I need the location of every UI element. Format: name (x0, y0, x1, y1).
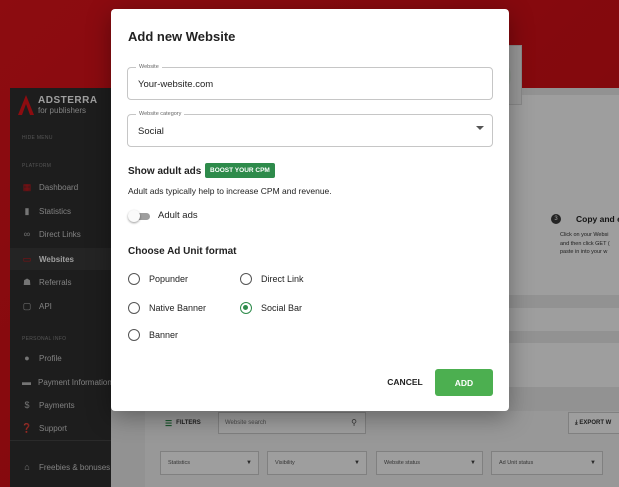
radio-icon (240, 273, 252, 285)
add-button[interactable]: ADD (435, 369, 493, 396)
radio-checked-icon (240, 302, 252, 314)
radio-direct-link[interactable]: Direct Link (240, 272, 304, 286)
website-category-select[interactable]: Website category Social (127, 111, 493, 147)
adult-ads-toggle[interactable] (128, 210, 150, 222)
category-field-label: Website category (136, 111, 185, 117)
website-field[interactable]: Website Your-website.com (127, 64, 493, 100)
category-field-value: Social (138, 126, 164, 137)
radio-banner[interactable]: Banner (128, 328, 178, 342)
adult-ads-toggle-label: Adult ads (158, 210, 198, 221)
radio-popunder[interactable]: Popunder (128, 272, 188, 286)
caret-down-icon (476, 126, 484, 130)
radio-icon (128, 329, 140, 341)
radio-social-bar[interactable]: Social Bar (240, 301, 302, 315)
boost-cpm-badge: BOOST YOUR CPM (205, 163, 275, 178)
dialog-title: Add new Website (128, 29, 236, 44)
adult-ads-heading: Show adult ads (128, 166, 202, 177)
radio-native-banner[interactable]: Native Banner (128, 301, 206, 315)
website-field-label: Website (136, 64, 162, 70)
add-website-dialog: Add new Website Website Your-website.com… (111, 9, 509, 411)
adult-ads-description: Adult ads typically help to increase CPM… (128, 186, 332, 196)
ad-format-heading: Choose Ad Unit format (128, 246, 237, 257)
cancel-button[interactable]: CANCEL (377, 369, 433, 395)
website-field-value: Your-website.com (138, 79, 214, 90)
radio-icon (128, 273, 140, 285)
radio-icon (128, 302, 140, 314)
